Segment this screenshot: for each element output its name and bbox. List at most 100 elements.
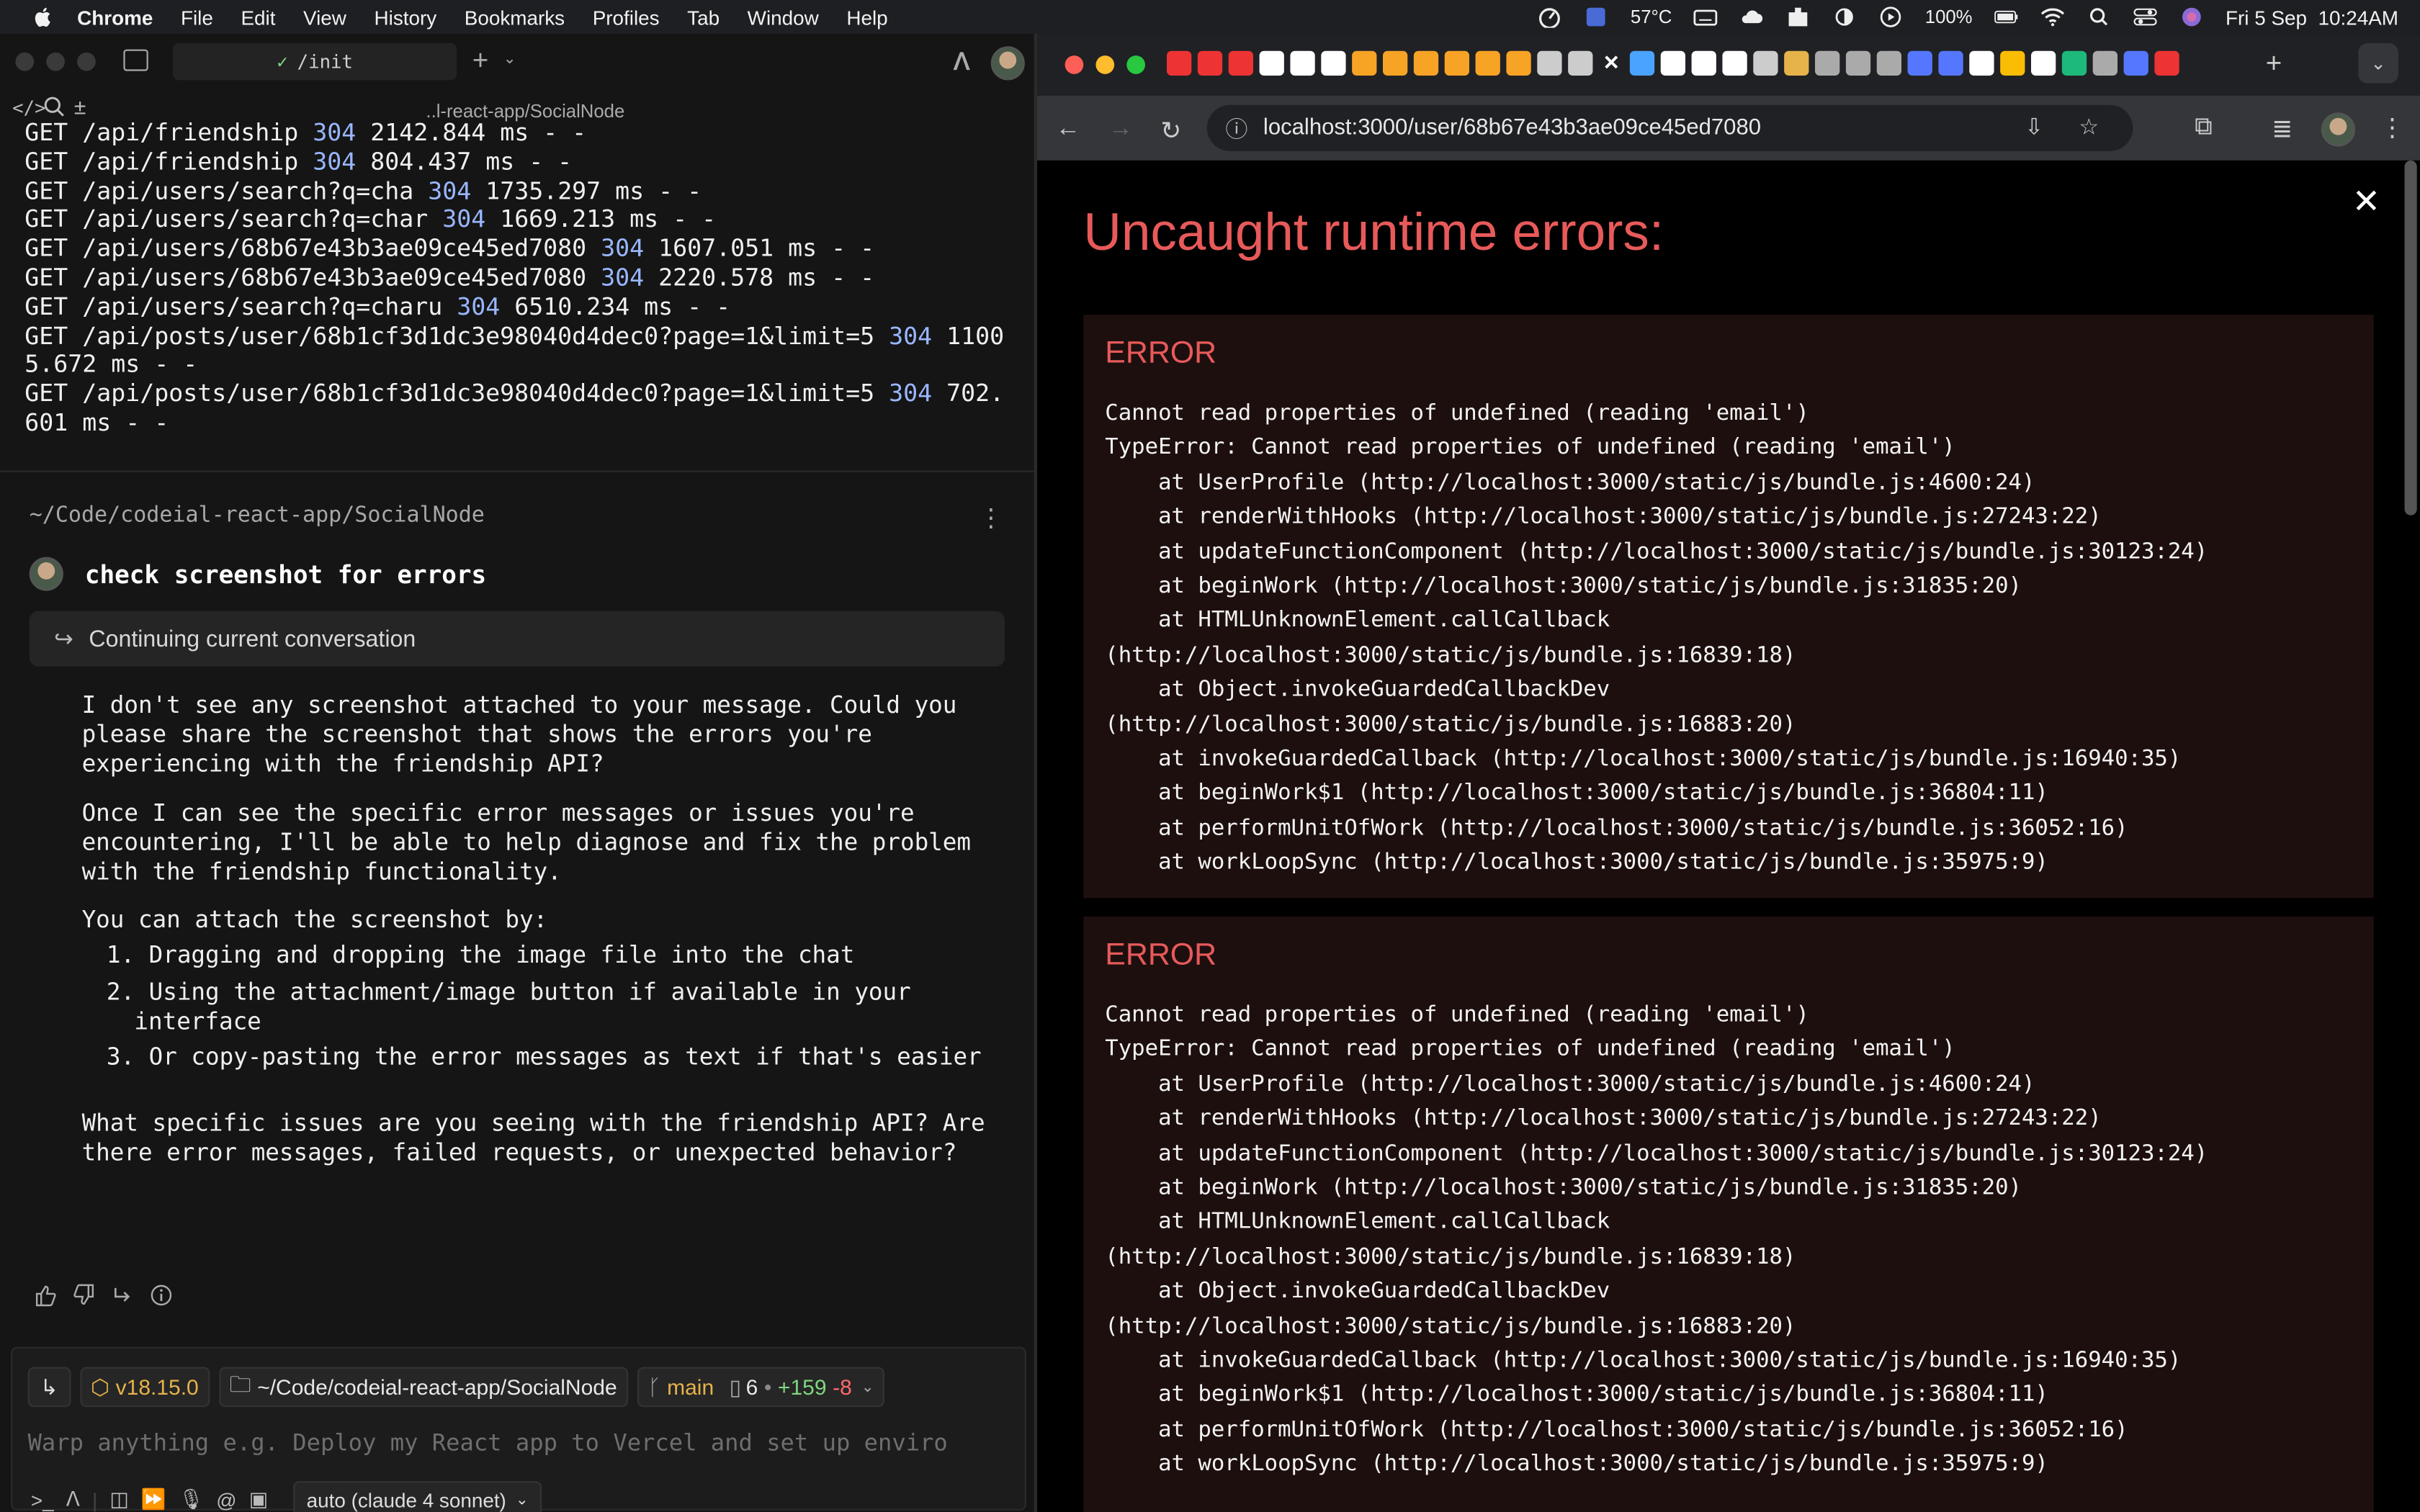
minimize-window-icon[interactable] (1095, 55, 1115, 74)
command-input[interactable]: Warp anything e.g. Deploy my React app t… (28, 1428, 1010, 1457)
tab-favicon-icon[interactable] (1969, 50, 1994, 76)
minimize-window-icon[interactable] (46, 52, 65, 71)
more-options-icon[interactable]: ⋮ (979, 503, 1003, 534)
clock[interactable]: Fri 5 Sep 10:24AM (2226, 6, 2398, 29)
tab-favicon-icon[interactable] (1691, 50, 1716, 76)
close-icon[interactable]: ✕ (2352, 182, 2381, 222)
bookmark-icon[interactable] (1383, 50, 1408, 76)
bookmark-icon[interactable] (1475, 50, 1500, 76)
tab-favicon-icon[interactable] (1753, 50, 1778, 76)
bookmark-icon[interactable] (1413, 50, 1439, 76)
bookmark-icon[interactable] (1444, 50, 1469, 76)
search-icon[interactable] (43, 96, 65, 122)
terminal-mode-icon[interactable]: >_ (31, 1488, 54, 1511)
menu-help[interactable]: Help (846, 6, 887, 29)
tab-favicon-icon[interactable] (1845, 50, 1871, 76)
siri-icon[interactable] (2179, 6, 2204, 28)
attach-context-icon[interactable]: ◫ (109, 1488, 128, 1512)
contrast-icon[interactable] (1832, 6, 1857, 28)
info-icon[interactable] (150, 1284, 173, 1307)
reading-list-icon[interactable]: ≣ (2272, 114, 2293, 145)
share-arrow-icon[interactable] (111, 1284, 134, 1307)
tab-favicon-icon[interactable] (2123, 50, 2148, 76)
tab-favicon-icon[interactable] (1876, 50, 1901, 76)
wifi-icon[interactable] (2040, 6, 2065, 28)
youtube-icon[interactable] (1197, 50, 1223, 76)
speedometer-icon[interactable] (1538, 6, 1562, 28)
zoom-window-icon[interactable] (1126, 55, 1145, 74)
node-version-chip[interactable]: ⬡ v18.15.0 (79, 1367, 210, 1408)
bookmark-icon[interactable] (1352, 50, 1377, 76)
tab-favicon-icon[interactable] (1629, 50, 1655, 76)
image-icon[interactable]: ▣ (249, 1488, 268, 1512)
battery-icon[interactable] (1994, 6, 2019, 28)
thumbs-up-icon[interactable] (34, 1284, 57, 1307)
user-avatar[interactable] (990, 46, 1025, 81)
profile-avatar[interactable] (2321, 112, 2355, 147)
back-arrow-icon[interactable]: ← (1056, 116, 1080, 144)
keyboard-icon[interactable] (1693, 6, 1718, 28)
close-window-icon[interactable] (15, 52, 35, 71)
notion-icon[interactable] (1259, 50, 1284, 76)
extensions-icon[interactable]: ⧉ (2195, 114, 2213, 143)
youtube-icon[interactable] (1167, 50, 1192, 76)
new-tab-button[interactable]: + (2266, 48, 2282, 80)
git-branch-chip[interactable]: ᚴ main ▯ 6 • +159 -8 ⌄ (637, 1367, 885, 1408)
tab-favicon-icon[interactable] (2154, 50, 2179, 76)
menu-history[interactable]: History (375, 6, 437, 29)
thumbs-down-icon[interactable] (73, 1284, 96, 1307)
warp-logo-icon[interactable]: ᐱ (954, 48, 969, 76)
new-tab-button[interactable]: + (472, 45, 489, 77)
inbox-tray-icon[interactable] (1786, 6, 1811, 28)
play-icon[interactable] (1878, 6, 1903, 28)
warp-ai-icon[interactable]: ᐱ (66, 1488, 80, 1512)
youtube-icon[interactable] (1228, 50, 1253, 76)
menu-window[interactable]: Window (748, 6, 819, 29)
model-selector[interactable]: auto (claude 4 sonnet) ⌄ (292, 1481, 542, 1512)
menu-edit[interactable]: Edit (241, 6, 275, 29)
tab-favicon-icon[interactable] (1660, 50, 1685, 76)
scrollbar[interactable] (2404, 160, 2417, 516)
continuing-conversation-banner[interactable]: ↪ Continuing current conversation (29, 611, 1005, 667)
reload-icon[interactable]: ↻ (1160, 116, 1181, 147)
chrome-menu-icon[interactable]: ⋮ (2380, 112, 2404, 143)
globe-icon[interactable] (1568, 50, 1593, 76)
github-icon[interactable] (1321, 50, 1346, 76)
code-icon[interactable]: </> (12, 97, 45, 119)
menu-profiles[interactable]: Profiles (593, 6, 660, 29)
fast-forward-icon[interactable]: ⏩ (141, 1488, 166, 1512)
directory-chip[interactable]: 🗀 ~/Code/codeial-react-app/SocialNode (218, 1367, 628, 1408)
bookmark-icon[interactable] (1506, 50, 1531, 76)
plus-minus-icon[interactable]: ± (74, 94, 86, 119)
menu-tab[interactable]: Tab (687, 6, 720, 29)
zoom-window-icon[interactable] (77, 52, 96, 71)
menu-bookmarks[interactable]: Bookmarks (465, 6, 565, 29)
menu-app-name[interactable]: Chrome (77, 6, 153, 29)
control-center-icon[interactable] (2133, 6, 2157, 28)
sidebar-toggle-icon[interactable] (123, 49, 148, 71)
tab-favicon-icon[interactable] (1722, 50, 1747, 76)
install-app-icon[interactable]: ⇩ (2025, 116, 2043, 140)
close-tab-icon[interactable]: ✕ (1599, 51, 1623, 76)
spotlight-search-icon[interactable] (2087, 6, 2111, 28)
menu-file[interactable]: File (181, 6, 213, 29)
forward-arrow-icon[interactable]: → (1108, 116, 1133, 144)
cpu-temp-icon[interactable] (1585, 6, 1609, 28)
tab-search-button[interactable]: ⌄ (2358, 43, 2398, 84)
github-icon[interactable] (1290, 50, 1315, 76)
terminal-tab[interactable]: ✓ /init (173, 43, 457, 81)
tab-favicon-icon[interactable] (2031, 50, 2056, 76)
bookmark-star-icon[interactable]: ☆ (2079, 116, 2099, 140)
tab-favicon-icon[interactable] (1815, 50, 1840, 76)
site-info-icon[interactable]: ⓘ (1225, 112, 1247, 144)
mode-toggle-button[interactable]: ↳ (27, 1367, 71, 1408)
tab-favicon-icon[interactable] (1907, 50, 1932, 76)
globe-icon[interactable] (1537, 50, 1562, 76)
menu-view[interactable]: View (303, 6, 346, 29)
cloud-icon[interactable] (1740, 6, 1765, 28)
address-bar[interactable]: ⓘ localhost:3000/user/68b67e43b3ae09ce45… (1206, 104, 2133, 151)
tab-favicon-icon[interactable] (1938, 50, 1963, 76)
close-window-icon[interactable] (1065, 55, 1084, 74)
tab-favicon-icon[interactable] (2061, 50, 2087, 76)
tab-favicon-icon[interactable] (2000, 50, 2025, 76)
